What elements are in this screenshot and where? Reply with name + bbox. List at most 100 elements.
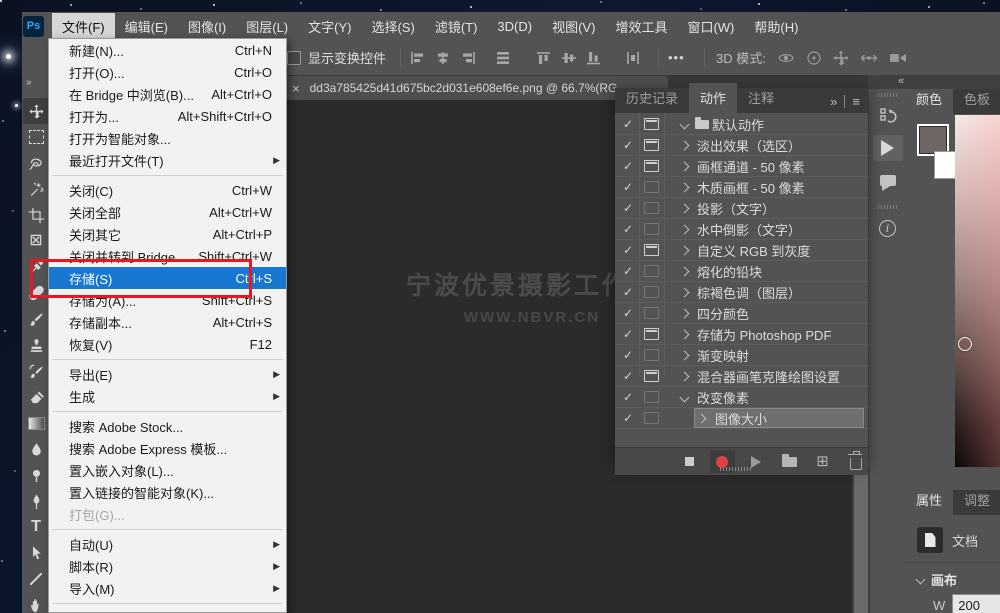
more-options-icon[interactable]: ••• (668, 50, 685, 65)
3d-roll-icon[interactable] (805, 49, 823, 67)
action-row[interactable]: ✓ 画框通道 - 50 像素 (615, 156, 868, 177)
menu-view[interactable]: 视图(V) (542, 13, 605, 40)
action-row[interactable]: ✓ 投影（文字） (615, 198, 868, 219)
check-icon[interactable]: ✓ (623, 181, 633, 193)
menu-item-save-as[interactable]: 存储为(A)...Shift+Ctrl+S (49, 289, 286, 311)
check-icon[interactable]: ✓ (623, 286, 633, 298)
rectangular-marquee-tool[interactable] (23, 124, 49, 150)
new-action-button[interactable]: ⊞ (810, 450, 834, 473)
check-icon[interactable]: ✓ (623, 118, 633, 130)
chevron-down-icon[interactable] (680, 119, 690, 129)
chevron-right-icon[interactable] (680, 350, 690, 360)
lasso-tool[interactable] (23, 150, 49, 176)
dialog-toggle-icon[interactable] (644, 181, 659, 193)
action-row[interactable]: ✓ 混合器画笔克隆绘图设置 (615, 366, 868, 387)
panel-resize-grip[interactable] (720, 467, 752, 471)
dialog-toggle-icon[interactable] (644, 412, 659, 424)
dock-collapse-icon[interactable]: « (898, 75, 904, 88)
tab-notes[interactable]: 注释 (737, 83, 785, 113)
menu-edit[interactable]: 编辑(E) (115, 13, 178, 40)
check-icon[interactable]: ✓ (623, 265, 633, 277)
tab-properties[interactable]: 属性 (905, 490, 953, 515)
3d-slide-icon[interactable] (859, 49, 879, 67)
document-tab[interactable]: × dd3a785425d41d675bc2d031e608ef6e.png @… (283, 76, 668, 100)
align-left-icon[interactable] (410, 51, 426, 65)
toolbar-collapse-icon[interactable]: » (26, 77, 31, 88)
menu-help[interactable]: 帮助(H) (744, 13, 808, 40)
menu-item-save[interactable]: 存储(S)Ctrl+S (49, 267, 286, 289)
chevron-right-icon[interactable] (680, 308, 690, 318)
action-row[interactable]: ✓ 四分颜色 (615, 303, 868, 324)
dialog-toggle-icon[interactable] (644, 370, 659, 382)
eraser-tool[interactable] (23, 384, 49, 410)
tab-actions[interactable]: 动作 (689, 83, 737, 113)
tab-history[interactable]: 历史记录 (615, 83, 689, 113)
chevron-right-icon[interactable] (680, 287, 690, 297)
color-picker-field[interactable] (955, 115, 1000, 467)
actions-panel-icon[interactable] (873, 135, 903, 161)
tab-swatches[interactable]: 色板 (953, 89, 1000, 114)
chevron-right-icon[interactable] (680, 266, 690, 276)
delete-button[interactable] (844, 450, 868, 473)
dialog-toggle-icon[interactable] (644, 139, 659, 151)
action-row[interactable]: ✓ 淡出效果（选区） (615, 135, 868, 156)
menu-item-browse-in-bridge[interactable]: 在 Bridge 中浏览(B)...Alt+Ctrl+O (49, 83, 286, 105)
dialog-toggle-icon[interactable] (644, 223, 659, 235)
check-icon[interactable]: ✓ (623, 391, 633, 403)
menu-item-search-adobe-stock[interactable]: 搜索 Adobe Stock... (49, 415, 286, 437)
action-set-row[interactable]: ✓ 默认动作 (615, 114, 868, 135)
blur-tool[interactable] (23, 436, 49, 462)
action-row[interactable]: ✓ 熔化的铅块 (615, 261, 868, 282)
close-tab-icon[interactable]: × (292, 81, 300, 96)
chevron-right-icon[interactable] (680, 161, 690, 171)
strip-grip[interactable] (878, 205, 898, 209)
dodge-tool[interactable] (23, 462, 49, 488)
show-transform-checkbox[interactable] (287, 51, 301, 65)
width-input[interactable]: 200 (952, 594, 1000, 613)
3d-pan-icon[interactable] (832, 49, 850, 67)
magic-wand-tool[interactable] (23, 176, 49, 202)
new-set-button[interactable] (777, 450, 801, 473)
dialog-toggle-icon[interactable] (644, 391, 659, 403)
menu-type[interactable]: 文字(Y) (298, 13, 361, 40)
distribute-vertical-icon[interactable] (625, 51, 641, 65)
dialog-toggle-icon[interactable] (644, 160, 659, 172)
dialog-toggle-icon[interactable] (644, 118, 659, 130)
menu-item-open[interactable]: 打开(O)...Ctrl+O (49, 61, 286, 83)
action-step-row-selected[interactable]: ✓ 图像大小 (615, 408, 868, 429)
menu-item-generate[interactable]: 生成▶ (49, 385, 286, 407)
menu-3d[interactable]: 3D(D) (487, 15, 542, 38)
line-tool[interactable] (23, 566, 49, 592)
check-icon[interactable]: ✓ (623, 370, 633, 382)
check-icon[interactable]: ✓ (623, 244, 633, 256)
history-brush-tool[interactable] (23, 358, 49, 384)
menu-item-search-adobe-express[interactable]: 搜索 Adobe Express 模板... (49, 437, 286, 459)
eyedropper-tool[interactable] (23, 254, 49, 280)
menu-plugins[interactable]: 增效工具 (605, 13, 677, 40)
menu-image[interactable]: 图像(I) (178, 13, 236, 40)
check-icon[interactable]: ✓ (623, 160, 633, 172)
tab-adjustments[interactable]: 调整 (953, 490, 1000, 515)
check-icon[interactable]: ✓ (623, 139, 633, 151)
brush-tool[interactable] (23, 306, 49, 332)
canvas-section-header[interactable]: 画布 (917, 570, 957, 589)
menu-item-close-all[interactable]: 关闭全部Alt+Ctrl+W (49, 201, 286, 223)
healing-brush-tool[interactable] (23, 280, 49, 306)
type-tool[interactable]: T (23, 514, 49, 540)
menu-item-new[interactable]: 新建(N)...Ctrl+N (49, 39, 286, 61)
stop-button[interactable] (677, 450, 701, 473)
chevron-right-icon[interactable] (680, 224, 690, 234)
menu-item-automate[interactable]: 自动(U)▶ (49, 533, 286, 555)
3d-orbit-icon[interactable] (776, 49, 796, 67)
align-bottom-icon[interactable] (586, 51, 602, 65)
check-icon[interactable]: ✓ (623, 328, 633, 340)
align-right-icon[interactable] (460, 51, 476, 65)
dialog-toggle-icon[interactable] (644, 265, 659, 277)
color-picker-cursor[interactable] (958, 337, 972, 351)
chevron-right-icon[interactable] (680, 245, 690, 255)
dialog-toggle-icon[interactable] (644, 244, 659, 256)
chevron-right-icon[interactable] (680, 182, 690, 192)
check-icon[interactable]: ✓ (623, 223, 633, 235)
check-icon[interactable]: ✓ (623, 202, 633, 214)
dialog-toggle-icon[interactable] (644, 307, 659, 319)
